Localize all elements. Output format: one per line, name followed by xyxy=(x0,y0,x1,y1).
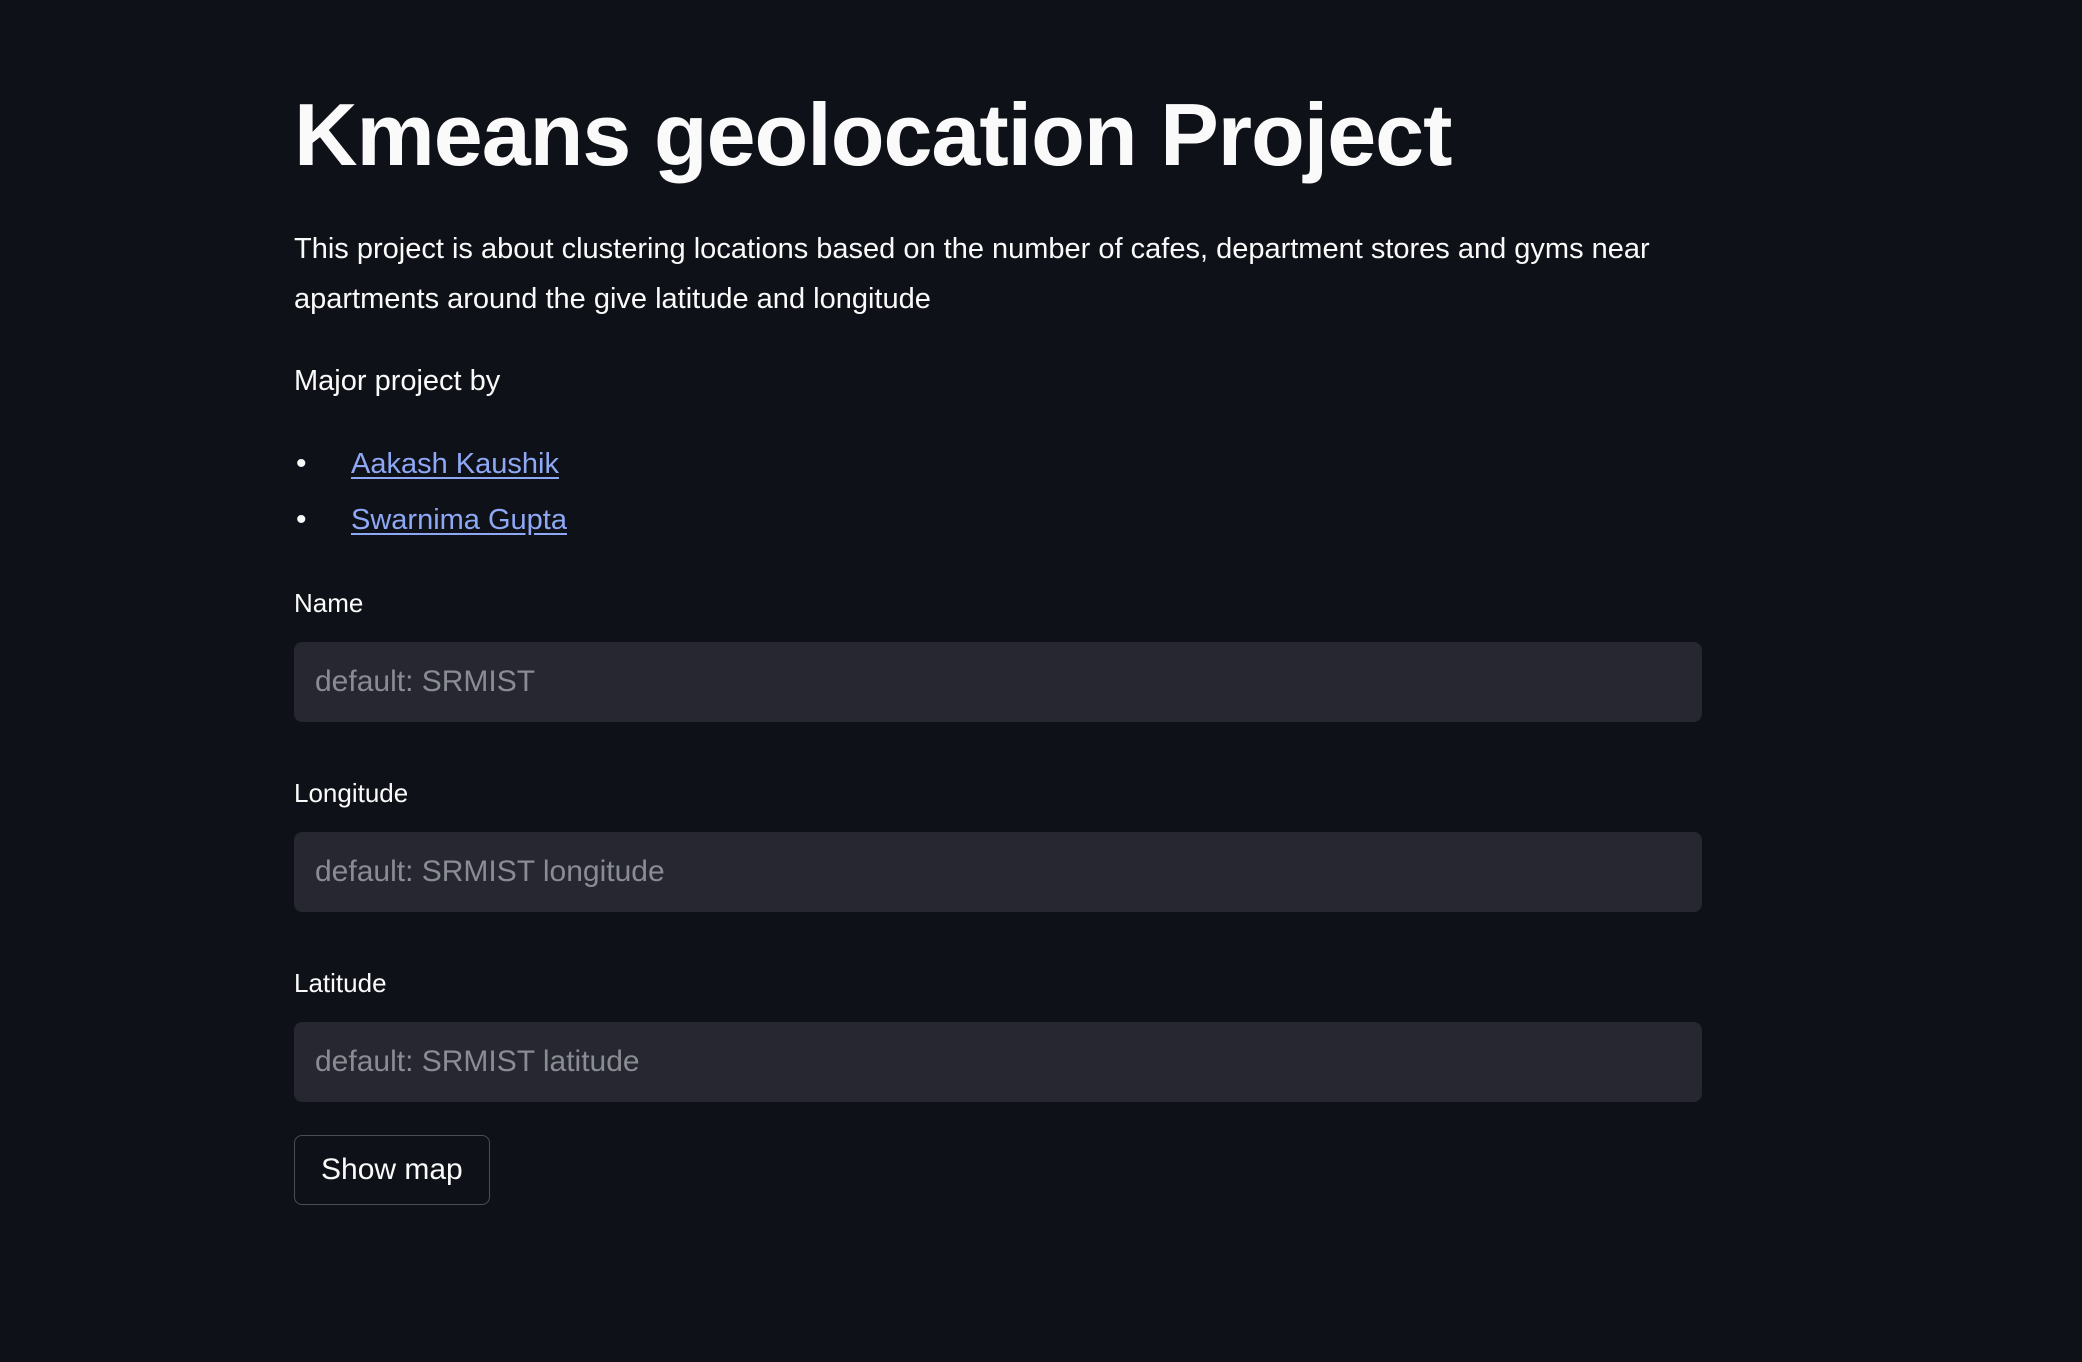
list-item: • Swarnima Gupta xyxy=(294,492,1702,548)
latitude-input[interactable] xyxy=(313,1044,1683,1080)
latitude-input-box xyxy=(294,1022,1702,1102)
author-link-aakash-kaushik[interactable]: Aakash Kaushik xyxy=(351,448,559,480)
button-row: Show map xyxy=(294,1135,1702,1205)
name-input[interactable] xyxy=(313,664,1683,700)
latitude-field-group: Latitude xyxy=(294,966,1702,1102)
longitude-input-box xyxy=(294,832,1702,912)
page-title: Kmeans geolocation Project xyxy=(294,85,1452,184)
list-item: • Aakash Kaushik xyxy=(294,436,1702,492)
bullet-icon: • xyxy=(296,503,307,536)
bullet-icon: • xyxy=(296,447,307,480)
project-description: This project is about clustering locatio… xyxy=(294,233,1650,315)
authors-list: • Aakash Kaushik • Swarnima Gupta xyxy=(294,436,1702,548)
name-label: Name xyxy=(294,588,364,618)
longitude-field-group: Longitude xyxy=(294,776,1702,912)
longitude-label: Longitude xyxy=(294,778,409,808)
name-field-group: Name xyxy=(294,586,1702,722)
longitude-input[interactable] xyxy=(313,854,1683,890)
byline: Major project by xyxy=(294,365,501,397)
author-link-swarnima-gupta[interactable]: Swarnima Gupta xyxy=(351,504,567,536)
name-input-box xyxy=(294,642,1702,722)
main-content: Kmeans geolocation Project This project … xyxy=(294,80,1702,1205)
latitude-label: Latitude xyxy=(294,968,387,998)
app-root: Kmeans geolocation Project This project … xyxy=(0,0,2082,1362)
show-map-button[interactable]: Show map xyxy=(294,1135,490,1205)
